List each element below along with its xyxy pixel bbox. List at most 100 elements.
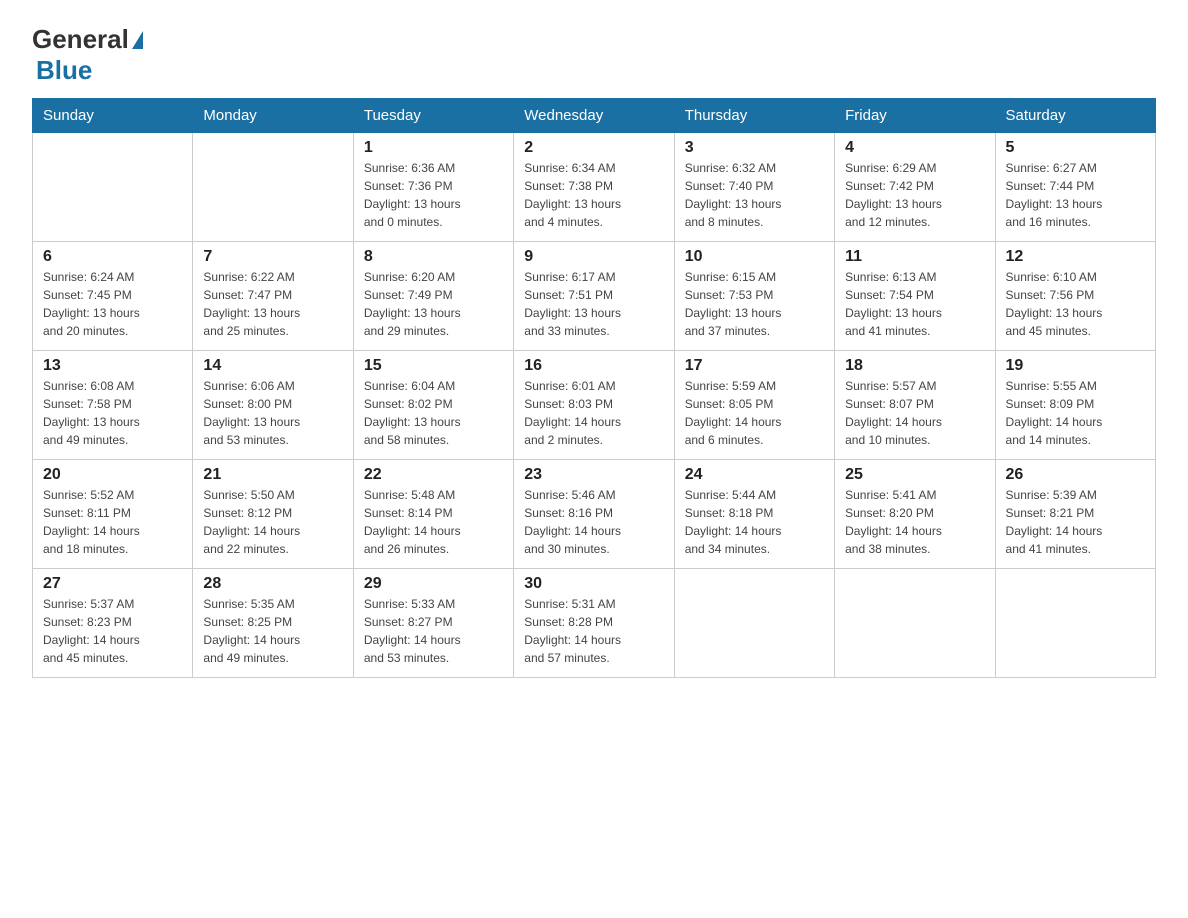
day-number: 25 bbox=[845, 466, 984, 484]
day-number: 10 bbox=[685, 248, 824, 266]
day-number: 6 bbox=[43, 248, 182, 266]
calendar-cell: 8 Sunrise: 6:20 AMSunset: 7:49 PMDaylight… bbox=[353, 242, 513, 351]
day-number: 20 bbox=[43, 466, 182, 484]
day-info: Sunrise: 5:52 AMSunset: 8:11 PMDaylight:… bbox=[43, 486, 182, 558]
day-info: Sunrise: 5:39 AMSunset: 8:21 PMDaylight:… bbox=[1006, 486, 1145, 558]
calendar-cell: 13 Sunrise: 6:08 AMSunset: 7:58 PMDayligh… bbox=[33, 351, 193, 460]
day-number: 3 bbox=[685, 139, 824, 157]
day-info: Sunrise: 6:32 AMSunset: 7:40 PMDaylight:… bbox=[685, 159, 824, 231]
weekday-header-monday: Monday bbox=[193, 99, 353, 133]
day-number: 15 bbox=[364, 357, 503, 375]
calendar-cell: 19Sunrise: 5:55 AMSunset: 8:09 PMDayligh… bbox=[995, 351, 1155, 460]
weekday-header-wednesday: Wednesday bbox=[514, 99, 674, 133]
day-info: Sunrise: 5:59 AMSunset: 8:05 PMDaylight:… bbox=[685, 377, 824, 449]
calendar-cell: 3 Sunrise: 6:32 AMSunset: 7:40 PMDaylight… bbox=[674, 133, 834, 242]
day-number: 18 bbox=[845, 357, 984, 375]
page-header: General Blue bbox=[32, 24, 1156, 86]
calendar-cell: 1 Sunrise: 6:36 AMSunset: 7:36 PMDaylight… bbox=[353, 133, 513, 242]
calendar-cell: 7 Sunrise: 6:22 AMSunset: 7:47 PMDaylight… bbox=[193, 242, 353, 351]
calendar-table: SundayMondayTuesdayWednesdayThursdayFrid… bbox=[32, 98, 1156, 678]
day-info: Sunrise: 5:37 AMSunset: 8:23 PMDaylight:… bbox=[43, 595, 182, 667]
day-info: Sunrise: 5:57 AMSunset: 8:07 PMDaylight:… bbox=[845, 377, 984, 449]
calendar-week-row: 27 Sunrise: 5:37 AMSunset: 8:23 PMDayligh… bbox=[33, 569, 1156, 678]
weekday-header-row: SundayMondayTuesdayWednesdayThursdayFrid… bbox=[33, 99, 1156, 133]
day-info: Sunrise: 6:10 AMSunset: 7:56 PMDaylight:… bbox=[1006, 268, 1145, 340]
calendar-cell: 27 Sunrise: 5:37 AMSunset: 8:23 PMDayligh… bbox=[33, 569, 193, 678]
day-number: 16 bbox=[524, 357, 663, 375]
day-info: Sunrise: 5:31 AMSunset: 8:28 PMDaylight:… bbox=[524, 595, 663, 667]
calendar-cell: 2 Sunrise: 6:34 AMSunset: 7:38 PMDaylight… bbox=[514, 133, 674, 242]
day-number: 13 bbox=[43, 357, 182, 375]
calendar-cell: 26 Sunrise: 5:39 AMSunset: 8:21 PMDayligh… bbox=[995, 460, 1155, 569]
calendar-cell: 9 Sunrise: 6:17 AMSunset: 7:51 PMDaylight… bbox=[514, 242, 674, 351]
calendar-cell: 29 Sunrise: 5:33 AMSunset: 8:27 PMDayligh… bbox=[353, 569, 513, 678]
calendar-cell: 30Sunrise: 5:31 AMSunset: 8:28 PMDayligh… bbox=[514, 569, 674, 678]
day-number: 29 bbox=[364, 575, 503, 593]
day-number: 9 bbox=[524, 248, 663, 266]
day-number: 8 bbox=[364, 248, 503, 266]
calendar-cell: 23 Sunrise: 5:46 AMSunset: 8:16 PMDayligh… bbox=[514, 460, 674, 569]
day-info: Sunrise: 6:20 AMSunset: 7:49 PMDaylight:… bbox=[364, 268, 503, 340]
day-info: Sunrise: 5:55 AMSunset: 8:09 PMDaylight:… bbox=[1006, 377, 1145, 449]
day-number: 23 bbox=[524, 466, 663, 484]
day-info: Sunrise: 6:27 AMSunset: 7:44 PMDaylight:… bbox=[1006, 159, 1145, 231]
day-number: 22 bbox=[364, 466, 503, 484]
calendar-cell: 15 Sunrise: 6:04 AMSunset: 8:02 PMDayligh… bbox=[353, 351, 513, 460]
day-info: Sunrise: 6:04 AMSunset: 8:02 PMDaylight:… bbox=[364, 377, 503, 449]
calendar-cell: 11Sunrise: 6:13 AMSunset: 7:54 PMDayligh… bbox=[835, 242, 995, 351]
day-info: Sunrise: 5:50 AMSunset: 8:12 PMDaylight:… bbox=[203, 486, 342, 558]
weekday-header-sunday: Sunday bbox=[33, 99, 193, 133]
day-number: 26 bbox=[1006, 466, 1145, 484]
logo-general-text: General bbox=[32, 24, 129, 55]
weekday-header-tuesday: Tuesday bbox=[353, 99, 513, 133]
day-info: Sunrise: 6:08 AMSunset: 7:58 PMDaylight:… bbox=[43, 377, 182, 449]
day-number: 7 bbox=[203, 248, 342, 266]
day-info: Sunrise: 5:44 AMSunset: 8:18 PMDaylight:… bbox=[685, 486, 824, 558]
day-number: 28 bbox=[203, 575, 342, 593]
weekday-header-saturday: Saturday bbox=[995, 99, 1155, 133]
calendar-cell: 16 Sunrise: 6:01 AMSunset: 8:03 PMDayligh… bbox=[514, 351, 674, 460]
calendar-cell bbox=[674, 569, 834, 678]
day-info: Sunrise: 6:22 AMSunset: 7:47 PMDaylight:… bbox=[203, 268, 342, 340]
calendar-cell: 10Sunrise: 6:15 AMSunset: 7:53 PMDayligh… bbox=[674, 242, 834, 351]
calendar-cell: 24 Sunrise: 5:44 AMSunset: 8:18 PMDayligh… bbox=[674, 460, 834, 569]
day-number: 1 bbox=[364, 139, 503, 157]
calendar-cell: 4 Sunrise: 6:29 AMSunset: 7:42 PMDaylight… bbox=[835, 133, 995, 242]
calendar-week-row: 20 Sunrise: 5:52 AMSunset: 8:11 PMDayligh… bbox=[33, 460, 1156, 569]
calendar-cell: 17 Sunrise: 5:59 AMSunset: 8:05 PMDayligh… bbox=[674, 351, 834, 460]
day-number: 24 bbox=[685, 466, 824, 484]
day-number: 2 bbox=[524, 139, 663, 157]
calendar-cell bbox=[193, 133, 353, 242]
logo-triangle-icon bbox=[132, 31, 143, 49]
calendar-cell: 21Sunrise: 5:50 AMSunset: 8:12 PMDayligh… bbox=[193, 460, 353, 569]
day-info: Sunrise: 5:41 AMSunset: 8:20 PMDaylight:… bbox=[845, 486, 984, 558]
weekday-header-thursday: Thursday bbox=[674, 99, 834, 133]
day-info: Sunrise: 5:33 AMSunset: 8:27 PMDaylight:… bbox=[364, 595, 503, 667]
day-number: 17 bbox=[685, 357, 824, 375]
calendar-cell: 6 Sunrise: 6:24 AMSunset: 7:45 PMDaylight… bbox=[33, 242, 193, 351]
calendar-cell bbox=[33, 133, 193, 242]
day-info: Sunrise: 6:13 AMSunset: 7:54 PMDaylight:… bbox=[845, 268, 984, 340]
day-info: Sunrise: 6:29 AMSunset: 7:42 PMDaylight:… bbox=[845, 159, 984, 231]
day-info: Sunrise: 5:35 AMSunset: 8:25 PMDaylight:… bbox=[203, 595, 342, 667]
calendar-body: 1 Sunrise: 6:36 AMSunset: 7:36 PMDaylight… bbox=[33, 133, 1156, 678]
day-info: Sunrise: 6:24 AMSunset: 7:45 PMDaylight:… bbox=[43, 268, 182, 340]
day-info: Sunrise: 5:48 AMSunset: 8:14 PMDaylight:… bbox=[364, 486, 503, 558]
day-number: 27 bbox=[43, 575, 182, 593]
calendar-header: SundayMondayTuesdayWednesdayThursdayFrid… bbox=[33, 99, 1156, 133]
logo-blue-row: Blue bbox=[32, 55, 92, 86]
day-info: Sunrise: 5:46 AMSunset: 8:16 PMDaylight:… bbox=[524, 486, 663, 558]
calendar-cell: 14Sunrise: 6:06 AMSunset: 8:00 PMDayligh… bbox=[193, 351, 353, 460]
logo-blue-text: Blue bbox=[36, 55, 92, 85]
day-info: Sunrise: 6:17 AMSunset: 7:51 PMDaylight:… bbox=[524, 268, 663, 340]
day-info: Sunrise: 6:01 AMSunset: 8:03 PMDaylight:… bbox=[524, 377, 663, 449]
calendar-cell: 18 Sunrise: 5:57 AMSunset: 8:07 PMDayligh… bbox=[835, 351, 995, 460]
logo: General Blue bbox=[32, 24, 146, 86]
calendar-cell: 25 Sunrise: 5:41 AMSunset: 8:20 PMDayligh… bbox=[835, 460, 995, 569]
day-number: 5 bbox=[1006, 139, 1145, 157]
calendar-cell: 20 Sunrise: 5:52 AMSunset: 8:11 PMDayligh… bbox=[33, 460, 193, 569]
day-info: Sunrise: 6:34 AMSunset: 7:38 PMDaylight:… bbox=[524, 159, 663, 231]
day-number: 4 bbox=[845, 139, 984, 157]
day-info: Sunrise: 6:36 AMSunset: 7:36 PMDaylight:… bbox=[364, 159, 503, 231]
calendar-week-row: 13 Sunrise: 6:08 AMSunset: 7:58 PMDayligh… bbox=[33, 351, 1156, 460]
